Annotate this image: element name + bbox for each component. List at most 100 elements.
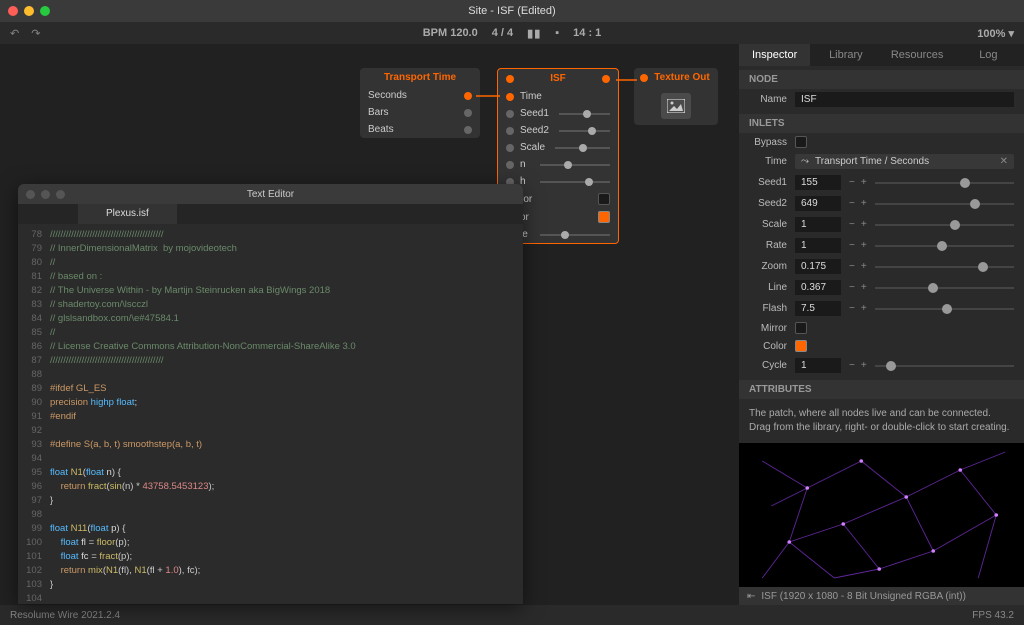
inlet-seed2[interactable]: Seed2 (498, 122, 618, 139)
color-swatch[interactable] (598, 211, 610, 223)
tab-resources[interactable]: Resources (882, 44, 953, 66)
label-cycle: Cycle (749, 360, 787, 371)
inlet-seed1[interactable]: Seed1 (498, 105, 618, 122)
cycle-slider[interactable] (875, 360, 1014, 372)
mini-slider[interactable] (559, 126, 610, 136)
param-slider[interactable] (875, 282, 1014, 294)
cycle-input[interactable] (795, 358, 841, 373)
param-input[interactable] (795, 259, 841, 274)
port-icon[interactable] (506, 127, 514, 135)
port-icon[interactable] (506, 75, 514, 83)
label-time: Time (749, 156, 787, 167)
pause-icon[interactable]: ▮▮ (527, 27, 541, 40)
increment-button[interactable]: + (861, 240, 867, 251)
code-area[interactable]: 78//////////////////////////////////////… (18, 224, 523, 604)
mini-slider[interactable] (540, 160, 610, 170)
param-slider[interactable] (875, 219, 1014, 231)
param-label: Rate (749, 240, 787, 251)
traffic-lights[interactable] (8, 6, 50, 16)
time-signature[interactable]: 4 / 4 (492, 27, 513, 39)
outlet-bars[interactable]: Bars (360, 104, 480, 121)
param-input[interactable] (795, 280, 841, 295)
outlet-seconds[interactable]: Seconds (360, 87, 480, 104)
mini-slider[interactable] (540, 230, 610, 240)
plexus-preview (739, 443, 1024, 587)
maximize-icon[interactable] (40, 6, 50, 16)
bypass-checkbox[interactable] (795, 136, 807, 148)
param-slider[interactable] (875, 240, 1014, 252)
decrement-button[interactable]: − (849, 303, 855, 314)
maximize-icon[interactable] (56, 190, 65, 199)
zoom-dropdown[interactable]: 100% ▾ (977, 27, 1014, 40)
color-swatch[interactable] (795, 340, 807, 352)
increment-button[interactable]: + (861, 282, 867, 293)
decrement-button[interactable]: − (849, 240, 855, 251)
increment-button[interactable]: + (861, 198, 867, 209)
param-input[interactable] (795, 196, 841, 211)
disconnect-icon[interactable]: ✕ (1000, 156, 1008, 167)
increment-button[interactable]: + (861, 177, 867, 188)
stop-icon[interactable]: ▪ (555, 27, 559, 39)
param-slider[interactable] (875, 198, 1014, 210)
tab-library[interactable]: Library (810, 44, 881, 66)
port-icon[interactable] (464, 126, 472, 134)
undo-icon[interactable]: ↶ (10, 27, 19, 40)
section-attributes: ATTRIBUTES (739, 380, 1024, 399)
port-icon[interactable] (506, 161, 514, 169)
port-icon[interactable] (640, 74, 648, 82)
mirror-checkbox[interactable] (795, 322, 807, 334)
tab-inspector[interactable]: Inspector (739, 44, 810, 66)
inlet-time[interactable]: Time (498, 88, 618, 105)
decrement-button[interactable]: − (849, 282, 855, 293)
mini-slider[interactable] (559, 109, 610, 119)
fps-counter: FPS 43.2 (972, 610, 1014, 621)
port-icon[interactable] (464, 92, 472, 100)
param-slider[interactable] (875, 177, 1014, 189)
bpm-label[interactable]: BPM 120.0 (423, 27, 478, 39)
minimize-icon[interactable] (41, 190, 50, 199)
increment-button[interactable]: + (861, 360, 867, 371)
redo-icon[interactable]: ↷ (31, 27, 40, 40)
port-icon[interactable] (506, 144, 514, 152)
mini-slider[interactable] (555, 143, 610, 153)
port-icon[interactable] (464, 109, 472, 117)
text-editor-window[interactable]: Text Editor Plexus.isf 78///////////////… (18, 184, 523, 604)
outlet-beats[interactable]: Beats (360, 121, 480, 138)
mini-slider[interactable] (540, 177, 610, 187)
increment-button[interactable]: + (861, 303, 867, 314)
editor-traffic-lights[interactable] (26, 190, 65, 199)
close-icon[interactable] (8, 6, 18, 16)
editor-titlebar[interactable]: Text Editor (18, 184, 523, 204)
patch-canvas[interactable]: Transport Time Seconds Bars Beats ISF Ti… (0, 44, 739, 605)
decrement-button[interactable]: − (849, 360, 855, 371)
time-connection-pill[interactable]: ⤳ Transport Time / Seconds ✕ (795, 154, 1014, 169)
collapse-icon[interactable]: ⇤ (747, 591, 755, 602)
increment-button[interactable]: + (861, 219, 867, 230)
decrement-button[interactable]: − (849, 219, 855, 230)
param-slider[interactable] (875, 261, 1014, 273)
node-texture-out[interactable]: Texture Out (634, 68, 718, 125)
param-input[interactable] (795, 301, 841, 316)
name-input[interactable] (795, 92, 1014, 107)
port-icon[interactable] (602, 75, 610, 83)
node-transport-time[interactable]: Transport Time Seconds Bars Beats (360, 68, 480, 138)
param-label: Seed2 (749, 198, 787, 209)
port-icon[interactable] (506, 110, 514, 118)
tab-log[interactable]: Log (953, 44, 1024, 66)
decrement-button[interactable]: − (849, 198, 855, 209)
inlet-scale[interactable]: Scale (498, 139, 618, 156)
checkbox[interactable] (598, 193, 610, 205)
param-slider[interactable] (875, 303, 1014, 315)
param-label: Flash (749, 303, 787, 314)
param-input[interactable] (795, 238, 841, 253)
decrement-button[interactable]: − (849, 177, 855, 188)
inlet-param[interactable]: n (498, 156, 618, 173)
increment-button[interactable]: + (861, 261, 867, 272)
editor-tab[interactable]: Plexus.isf (78, 204, 177, 224)
param-input[interactable] (795, 175, 841, 190)
port-icon[interactable] (506, 93, 514, 101)
param-input[interactable] (795, 217, 841, 232)
decrement-button[interactable]: − (849, 261, 855, 272)
minimize-icon[interactable] (24, 6, 34, 16)
close-icon[interactable] (26, 190, 35, 199)
